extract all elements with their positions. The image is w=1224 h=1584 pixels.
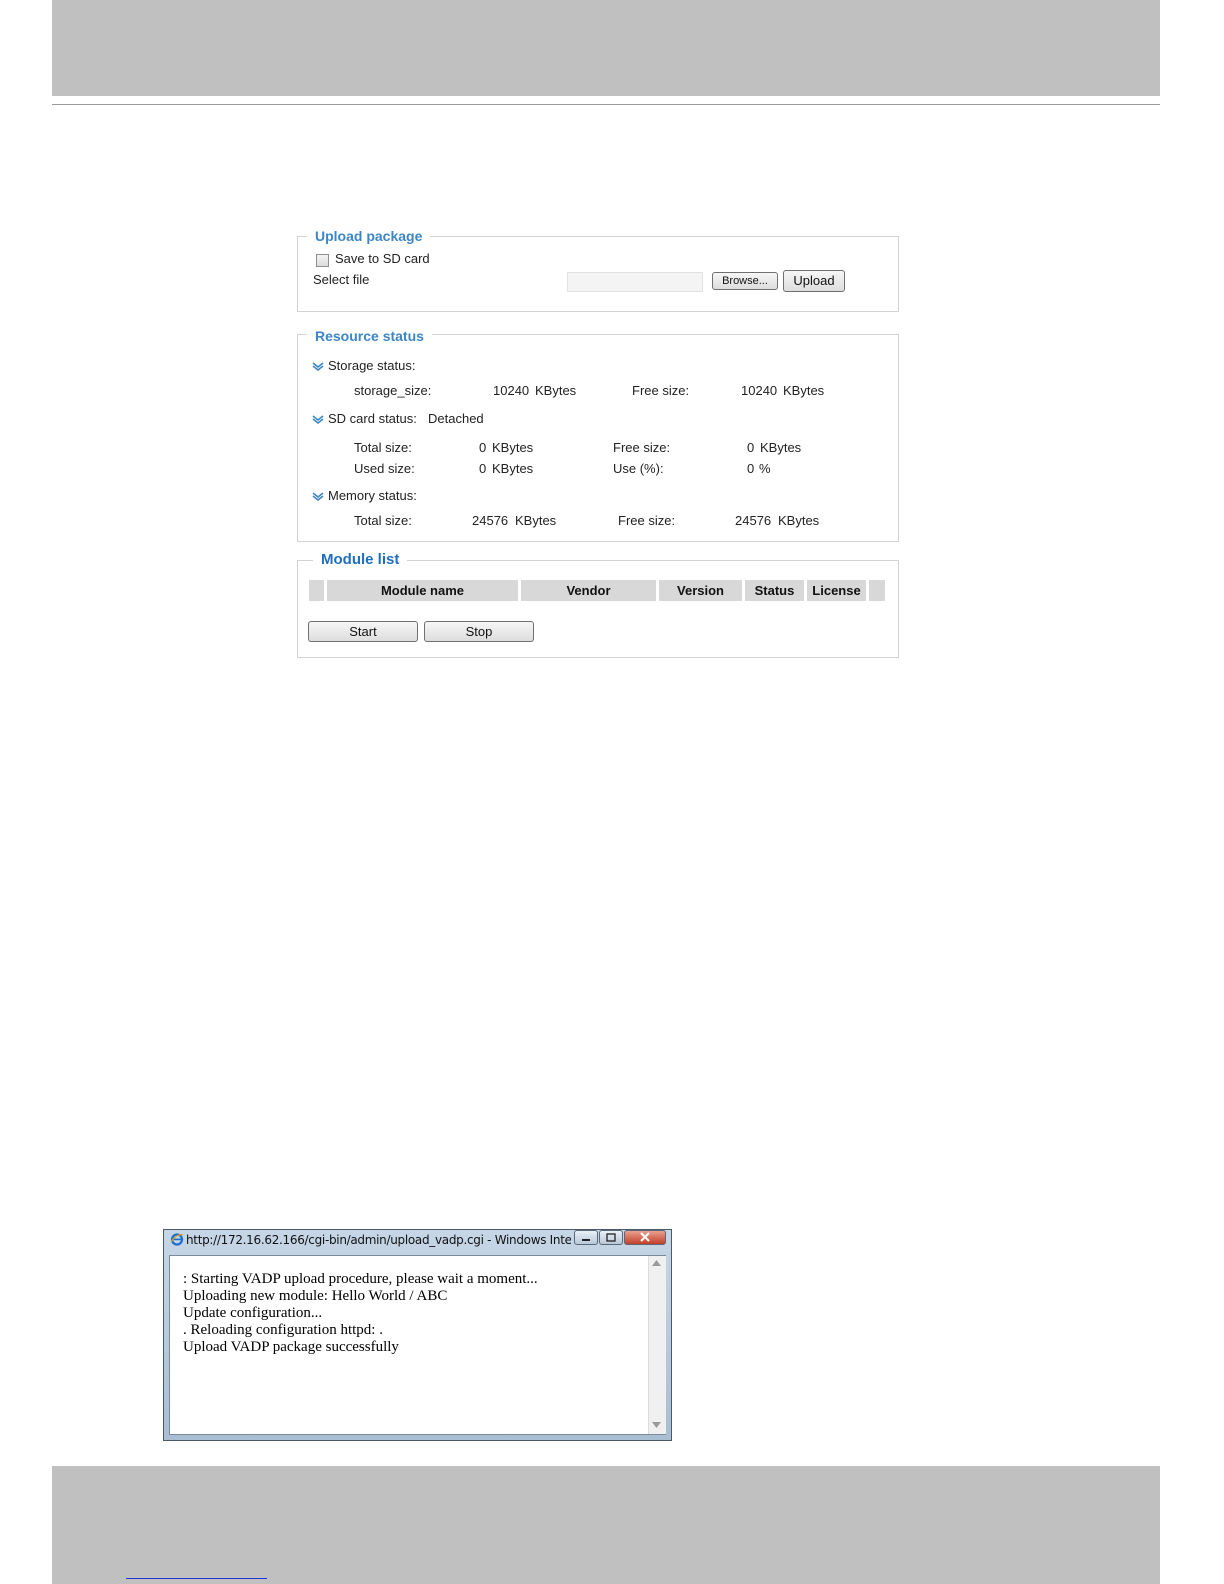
log-line: : Starting VADP upload procedure, please…	[183, 1271, 538, 1287]
sd-used-value: 0	[479, 461, 487, 476]
header-band	[52, 0, 1160, 96]
file-path-input[interactable]	[567, 272, 703, 292]
table-header-status[interactable]: Status	[745, 580, 804, 601]
chevron-down-icon[interactable]	[312, 361, 324, 371]
browse-button[interactable]: Browse...	[712, 272, 778, 290]
sd-free-unit: KBytes	[760, 440, 802, 455]
log-line: Upload VADP package successfully	[183, 1339, 399, 1355]
memory-total-value: 24576	[472, 513, 509, 528]
sd-free-label: Free size:	[613, 440, 671, 455]
log-line: Update configuration...	[183, 1305, 323, 1321]
memory-free-unit: KBytes	[778, 513, 820, 528]
scroll-up-icon[interactable]	[652, 1260, 661, 1266]
storage-size-unit: KBytes	[535, 383, 577, 398]
minimize-icon[interactable]	[574, 1230, 598, 1245]
sd-total-unit: KBytes	[492, 440, 534, 455]
memory-total-label: Total size:	[354, 513, 412, 528]
maximize-icon[interactable]	[599, 1230, 623, 1245]
table-header-module-name[interactable]: Module name	[327, 580, 518, 601]
table-header-version[interactable]: Version	[659, 580, 742, 601]
storage-free-label: Free size:	[632, 383, 690, 398]
memory-status-heading: Memory status:	[328, 488, 417, 503]
upload-button[interactable]: Upload	[783, 270, 845, 292]
ie-logo-icon	[170, 1233, 184, 1246]
resource-status-legend: Resource status	[307, 327, 432, 345]
sd-card-state: Detached	[428, 411, 484, 426]
storage-free-value: 10240	[741, 383, 778, 398]
header-divider	[52, 104, 1160, 105]
sd-total-label: Total size:	[354, 440, 412, 455]
sd-use-percent-label: Use (%):	[613, 461, 664, 476]
sd-used-label: Used size:	[354, 461, 415, 476]
memory-free-value: 24576	[735, 513, 772, 528]
table-header-vendor[interactable]: Vendor	[521, 580, 656, 601]
upload-package-legend: Upload package	[307, 227, 431, 245]
table-header-end	[869, 580, 885, 601]
storage-free-unit: KBytes	[783, 383, 825, 398]
ie-window-title: http://172.16.62.166/cgi-bin/admin/uploa…	[186, 1233, 571, 1247]
table-header-select	[309, 580, 324, 601]
chevron-down-icon[interactable]	[312, 491, 324, 501]
sd-free-value: 0	[747, 440, 755, 455]
sd-card-status-heading: SD card status:	[328, 411, 417, 426]
chevron-down-icon[interactable]	[312, 414, 324, 424]
module-list-legend: Module list	[313, 551, 408, 569]
close-icon[interactable]	[624, 1230, 666, 1245]
footer-link[interactable]	[126, 1562, 267, 1579]
table-header-license[interactable]: License	[807, 580, 866, 601]
stop-button[interactable]: Stop	[424, 621, 534, 642]
sd-used-unit: KBytes	[492, 461, 534, 476]
sd-use-percent-value: 0	[747, 461, 755, 476]
log-line: Uploading new module: Hello World / ABC	[183, 1288, 448, 1304]
storage-status-heading: Storage status:	[328, 358, 416, 373]
memory-total-unit: KBytes	[515, 513, 557, 528]
storage-size-label: storage_size:	[354, 383, 432, 398]
scroll-down-icon[interactable]	[652, 1422, 661, 1428]
select-file-label: Select file	[313, 272, 370, 287]
sd-use-percent-unit: %	[759, 461, 771, 476]
sd-total-value: 0	[479, 440, 487, 455]
ie-vertical-scrollbar[interactable]	[648, 1256, 666, 1434]
start-button[interactable]: Start	[308, 621, 418, 642]
log-line: . Reloading configuration httpd: .	[183, 1322, 383, 1338]
storage-size-value: 10240	[493, 383, 530, 398]
save-to-sd-checkbox[interactable]	[316, 254, 329, 267]
memory-free-label: Free size:	[618, 513, 676, 528]
module-list-fieldset	[297, 560, 899, 658]
save-to-sd-label: Save to SD card	[335, 251, 430, 266]
